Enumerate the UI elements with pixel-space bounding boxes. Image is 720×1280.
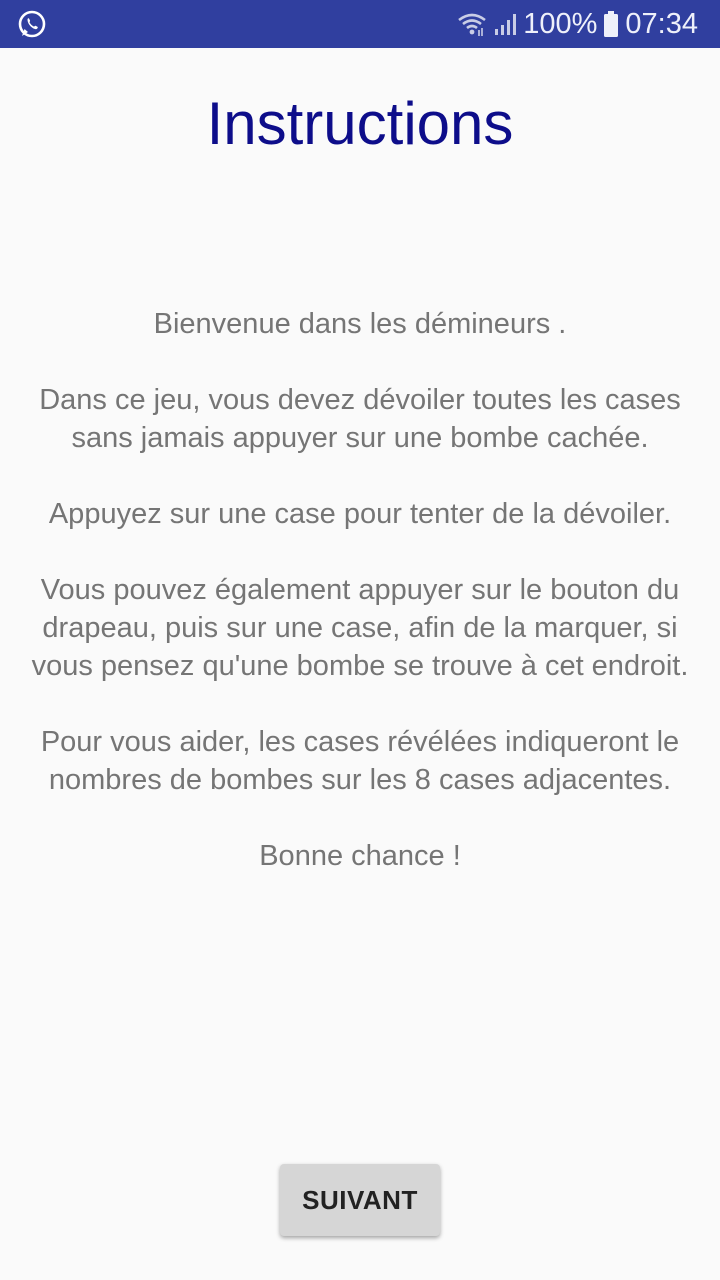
- battery-percent: 100%: [523, 7, 598, 40]
- paragraph-welcome: Bienvenue dans les démineurs .: [153, 308, 567, 340]
- next-button[interactable]: SUIVANT: [280, 1164, 440, 1236]
- paragraph-good-luck: Bonne chance !: [259, 840, 461, 872]
- whatsapp-icon: [16, 9, 48, 41]
- paragraph-flag: Vous pouvez également appuyer sur le bou…: [31, 574, 689, 682]
- paragraph-reveal: Appuyez sur une case pour tenter de la d…: [48, 498, 672, 530]
- signal-icon: [493, 12, 517, 36]
- paragraph-goal: Dans ce jeu, vous devez dévoiler toutes …: [39, 384, 681, 454]
- page-title: Instructions: [206, 90, 514, 157]
- clock: 07:34: [625, 7, 698, 40]
- paragraph-hint: Pour vous aider, les cases révélées indi…: [40, 726, 680, 796]
- status-bar: 100% 07:34: [0, 0, 720, 48]
- instructions-text: Bienvenue dans les démineurs . Dans ce j…: [30, 305, 690, 875]
- wifi-icon: [457, 12, 487, 36]
- battery-icon: [603, 10, 619, 38]
